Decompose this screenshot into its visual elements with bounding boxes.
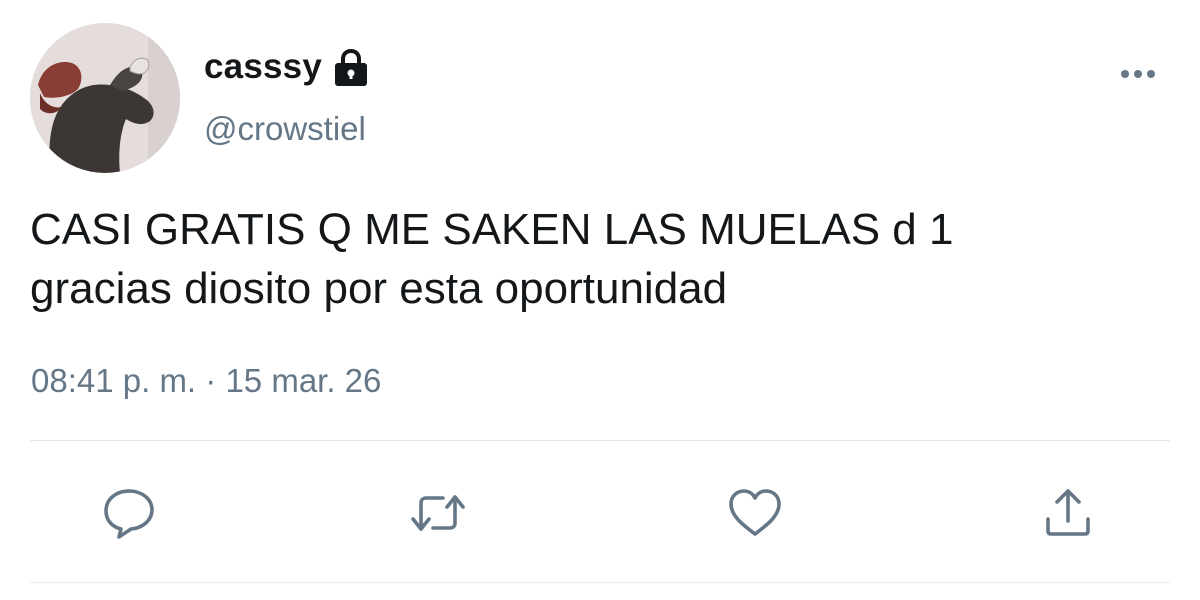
tweet-time: 08:41 p. m. [31, 362, 197, 399]
tweet-date: 15 mar. 26 [225, 362, 382, 399]
display-name-row: casssy [204, 44, 370, 90]
tweet-card: casssy @crowstiel CASI GRATIS Q ME SAKEN… [0, 0, 1200, 600]
display-name[interactable]: casssy [204, 47, 322, 87]
reply-button[interactable] [101, 485, 157, 541]
heart-icon [729, 489, 781, 536]
bottom-divider [30, 582, 1170, 583]
meta-separator: · [205, 362, 217, 399]
tweet-timestamp[interactable]: 08:41 p. m. · 15 mar. 26 [31, 362, 381, 400]
retweet-button[interactable] [410, 485, 466, 541]
share-icon [1046, 489, 1090, 536]
avatar[interactable] [30, 23, 180, 173]
lock-icon [332, 48, 370, 88]
avatar-image [30, 23, 180, 173]
more-icon[interactable] [1116, 63, 1160, 85]
retweet-icon [411, 495, 465, 531]
reply-icon [104, 489, 154, 539]
tweet-text: CASI GRATIS Q ME SAKEN LAS MUELAS d 1 gr… [30, 205, 954, 313]
user-handle[interactable]: @crowstiel [204, 110, 366, 148]
share-button[interactable] [1040, 485, 1096, 541]
like-button[interactable] [727, 485, 783, 541]
divider [30, 440, 1170, 441]
